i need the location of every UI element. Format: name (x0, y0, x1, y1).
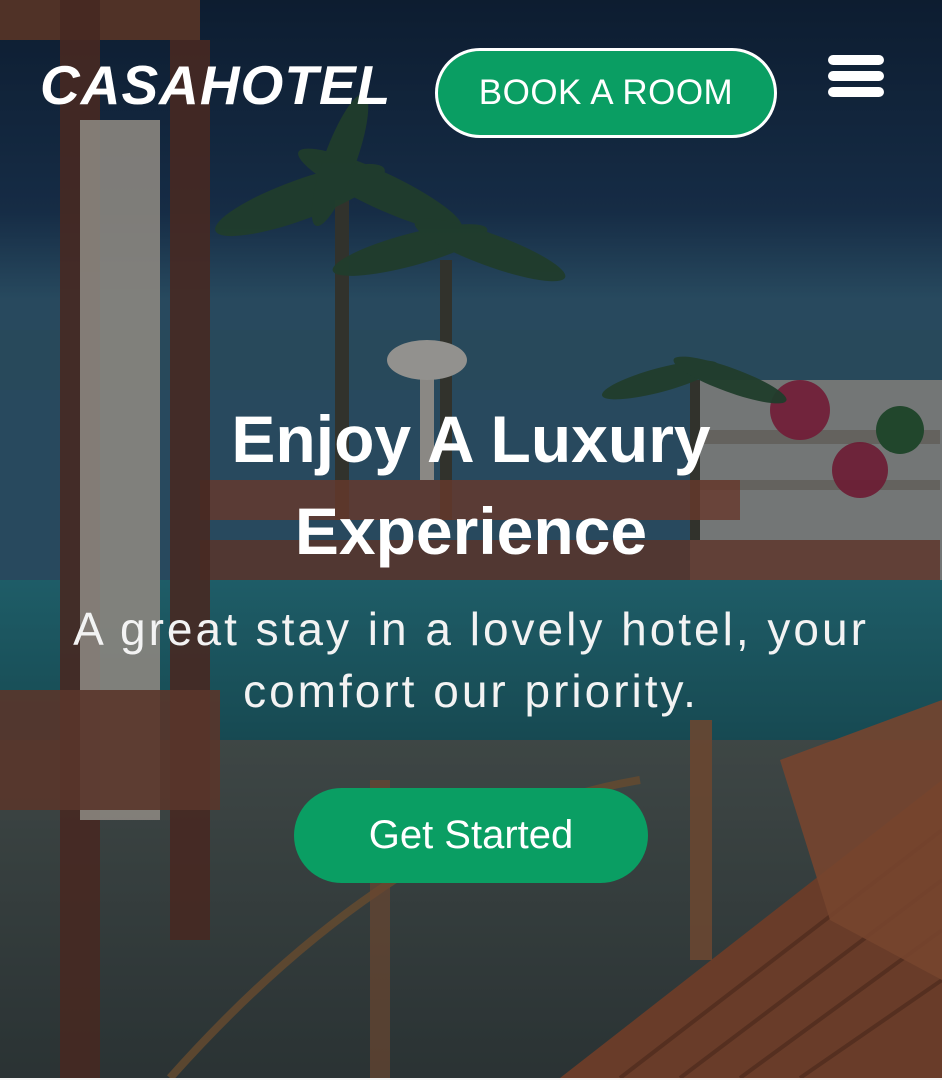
hamburger-menu-icon[interactable] (826, 52, 886, 100)
menu-bar-middle (828, 71, 884, 81)
site-logo[interactable]: CASAHOTEL (40, 58, 391, 113)
hero-subheadline: A great stay in a lovely hotel, your com… (73, 603, 869, 717)
menu-bar-bottom (828, 87, 884, 97)
book-a-room-button[interactable]: BOOK A ROOM (435, 48, 777, 138)
get-started-button[interactable]: Get Started (294, 788, 648, 883)
menu-bar-top (828, 55, 884, 65)
hero-section: CASAHOTEL BOOK A ROOM Enjoy A Luxury Exp… (0, 0, 942, 1078)
hero-headline: Enjoy A Luxury Experience (231, 402, 711, 568)
